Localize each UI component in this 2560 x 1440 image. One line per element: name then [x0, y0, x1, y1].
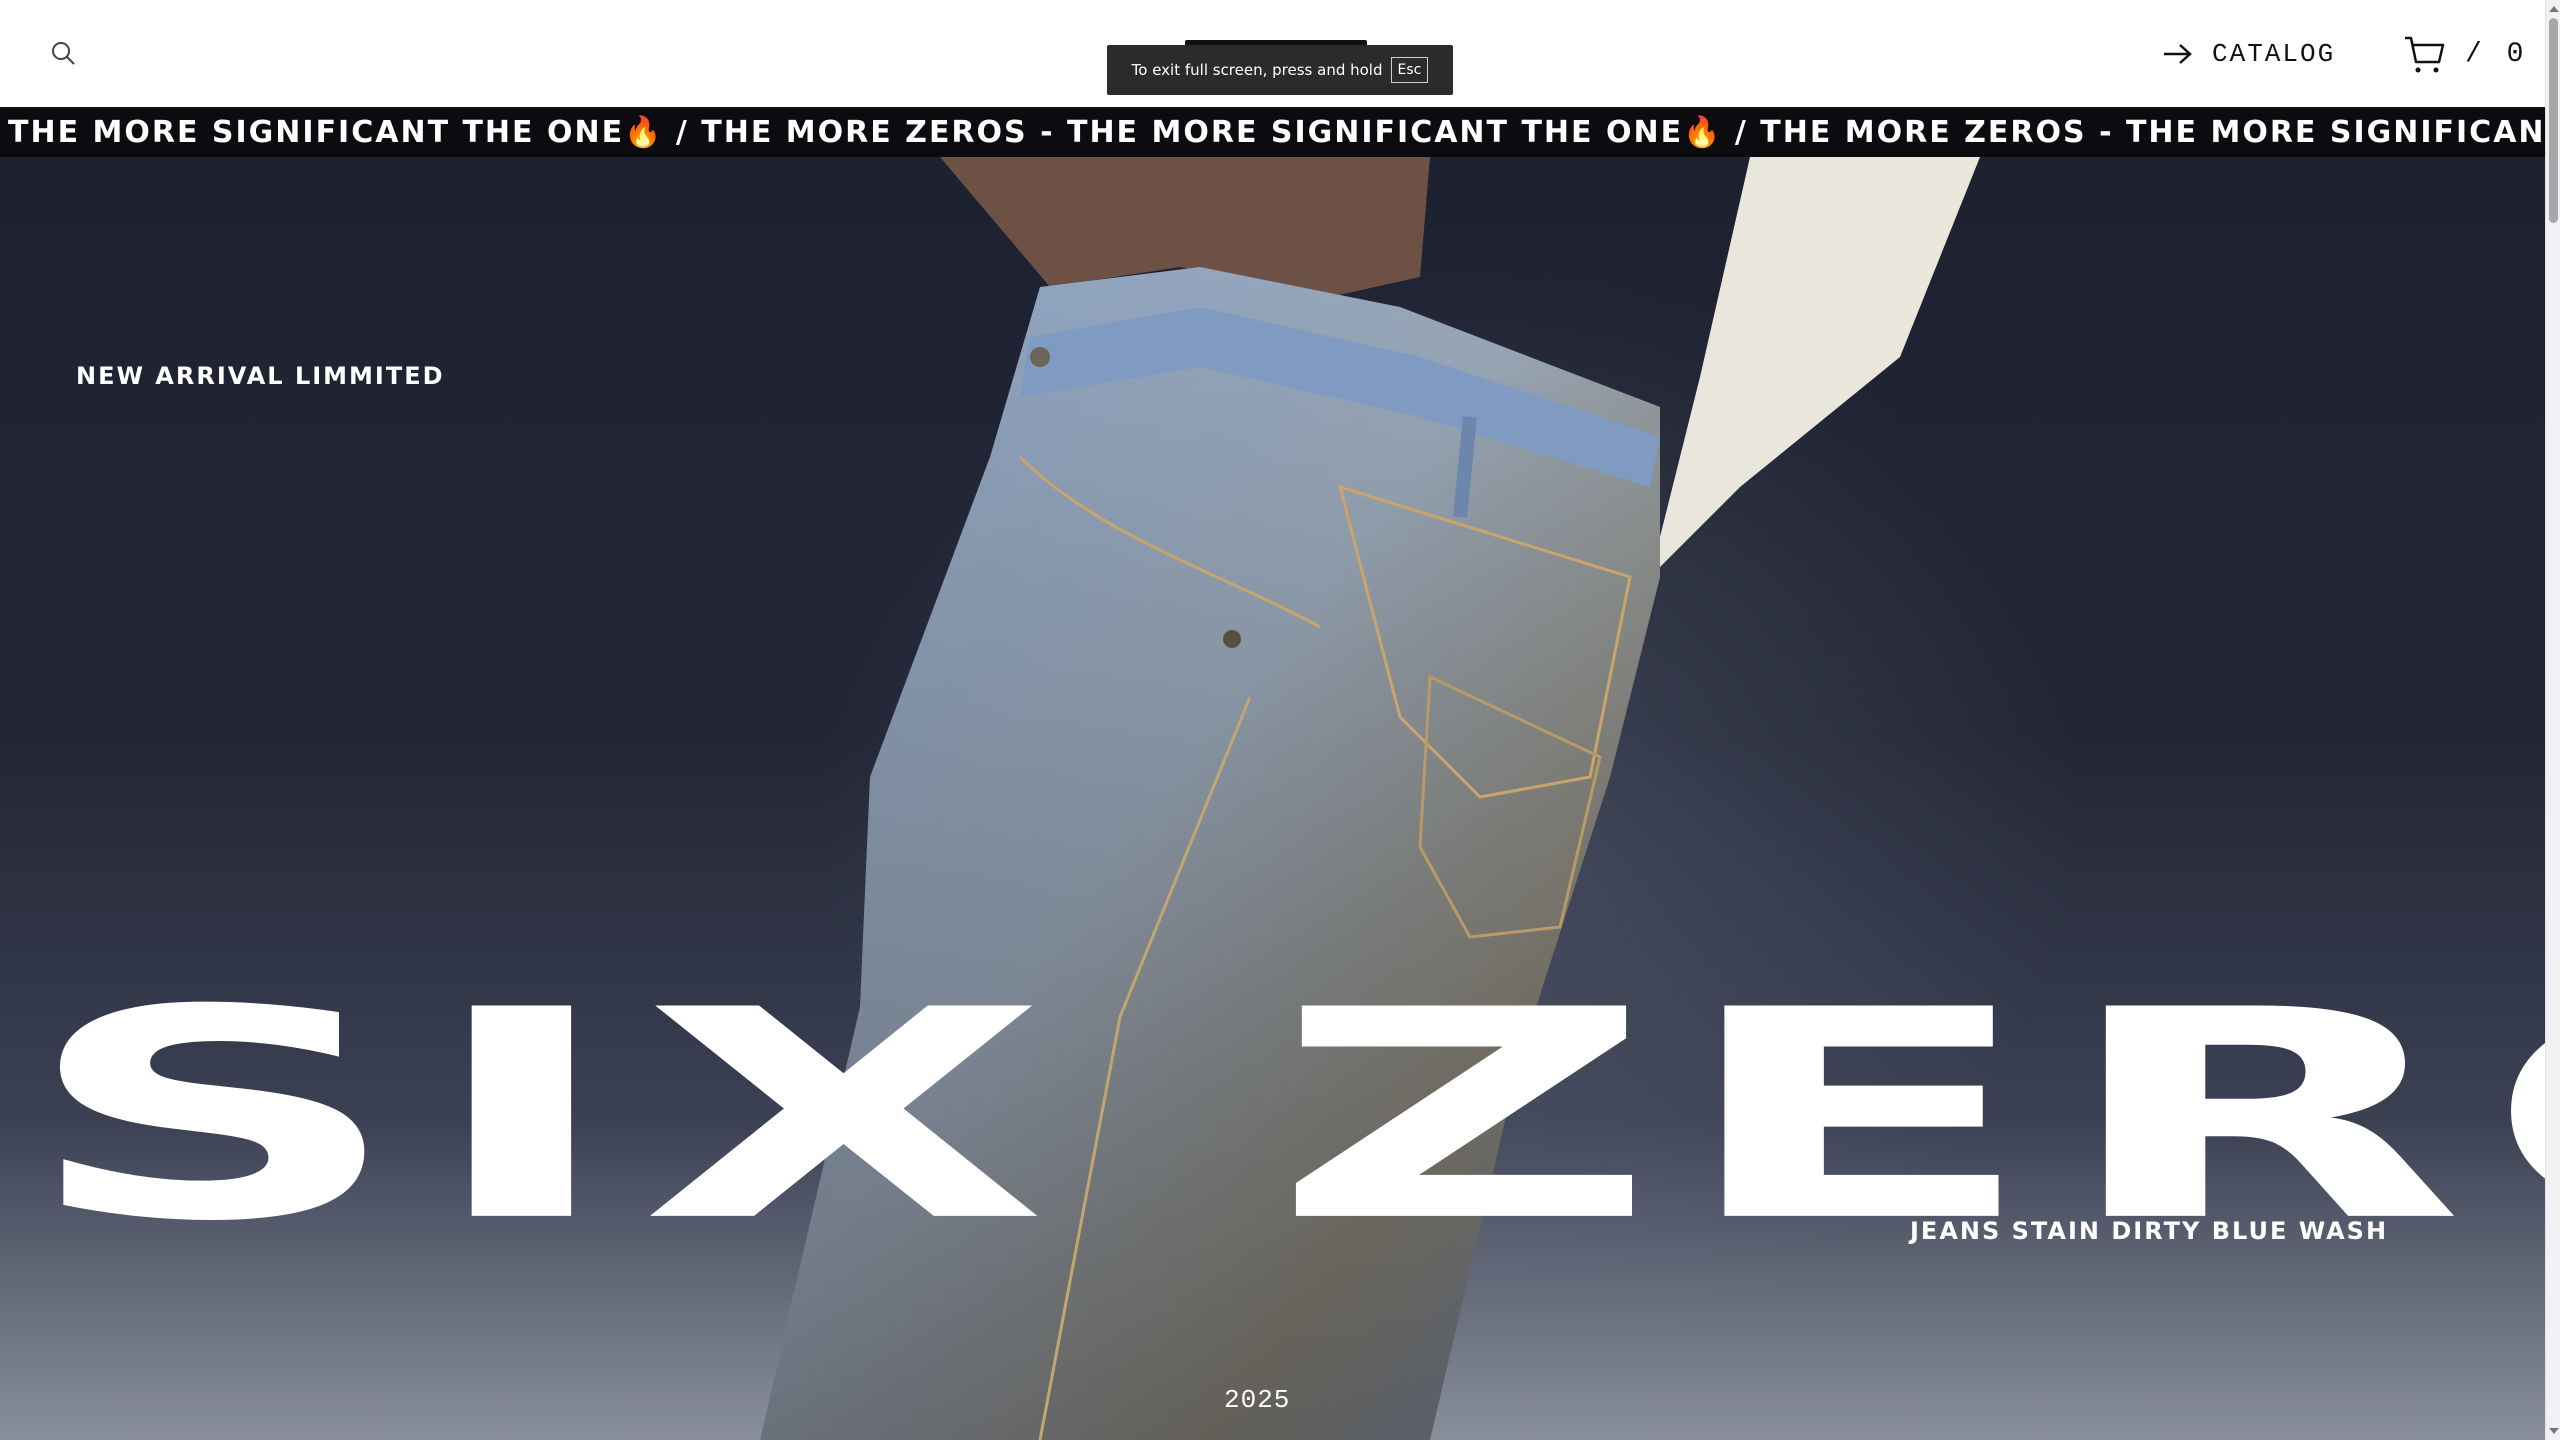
announcement-marquee: THE MORE SIGNIFICANT THE ONE🔥 / THE MORE…: [0, 109, 2545, 157]
scrollbar-thumb[interactable]: [2549, 18, 2558, 223]
fullscreen-exit-notice: To exit full screen, press and hold Esc: [1107, 45, 1453, 95]
scroll-up-arrow-icon[interactable]: [2549, 6, 2559, 12]
new-arrival-tagline: NEW ARRIVAL LIMMITED: [76, 362, 445, 390]
hero-banner[interactable]: NEW ARRIVAL LIMMITED SIX ZEROS JEANS STA…: [0, 157, 2545, 1440]
fullscreen-notice-text: To exit full screen, press and hold: [1131, 61, 1383, 79]
search-button[interactable]: [48, 38, 78, 68]
cart-count: / 0: [2465, 38, 2528, 70]
scroll-down-arrow-icon[interactable]: [2549, 1428, 2559, 1434]
hero-title: SIX ZEROS: [22, 949, 2545, 1285]
catalog-link[interactable]: CATALOG: [2162, 34, 2335, 74]
cart-icon: [2405, 36, 2445, 73]
search-icon: [52, 42, 75, 65]
page-scrollbar[interactable]: [2545, 0, 2560, 1440]
product-name[interactable]: JEANS STAIN DIRTY BLUE WASH: [1910, 1217, 2388, 1245]
collection-year: 2025: [1224, 1385, 1291, 1415]
cart-button[interactable]: / 0: [2403, 30, 2527, 78]
catalog-label: CATALOG: [2212, 39, 2336, 69]
esc-key-hint: Esc: [1390, 57, 1429, 83]
marquee-text: THE MORE SIGNIFICANT THE ONE🔥 / THE MORE…: [8, 115, 2545, 150]
arrow-right-icon: [2164, 44, 2192, 64]
